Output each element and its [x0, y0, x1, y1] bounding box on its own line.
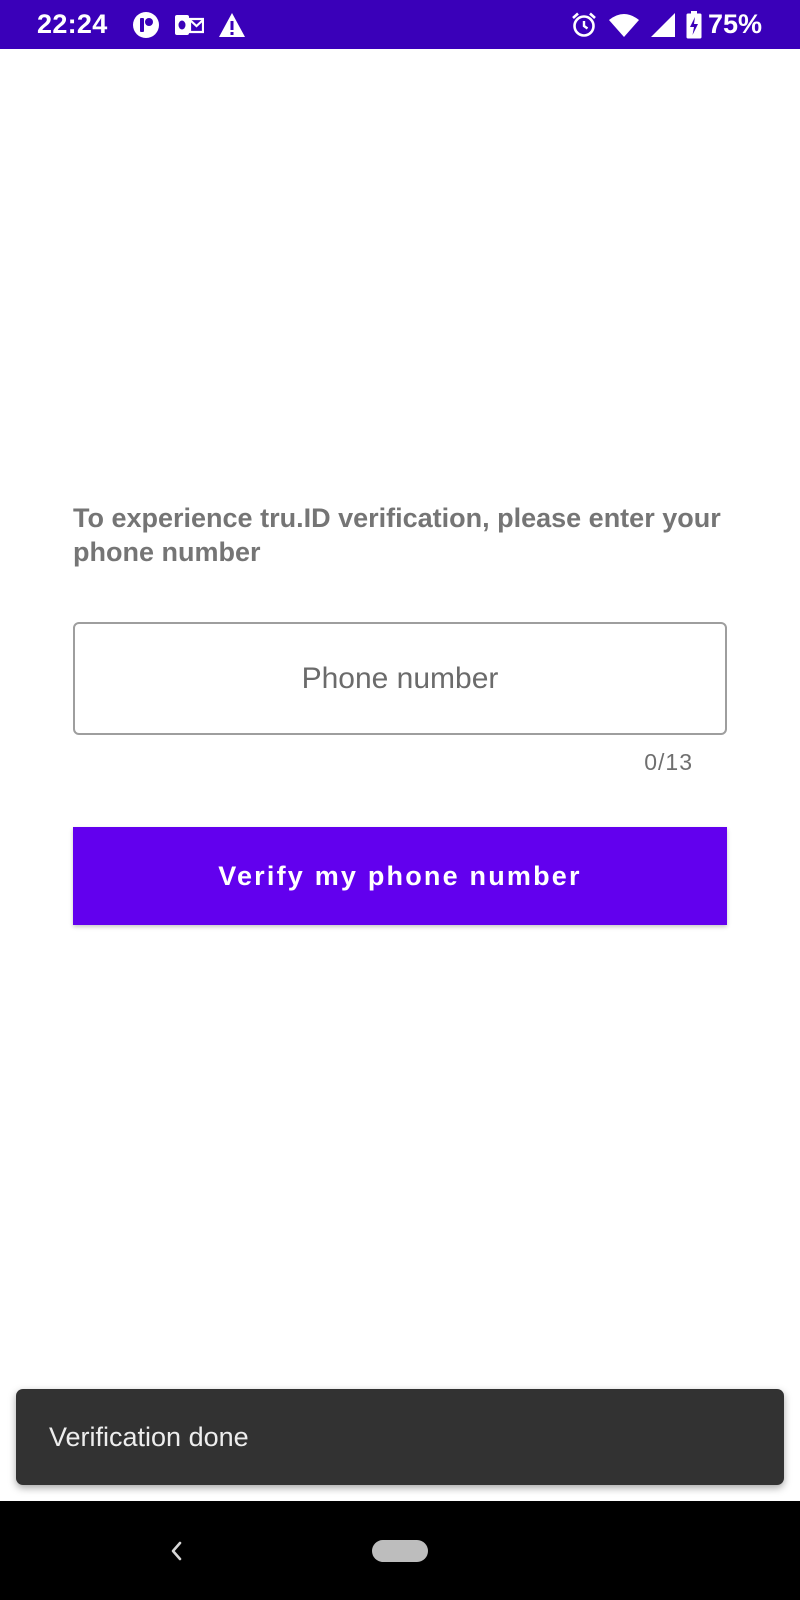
warning-icon [218, 12, 246, 38]
status-left: 22:24 [37, 9, 260, 40]
back-button[interactable] [160, 1531, 192, 1571]
character-counter: 0/13 [644, 749, 693, 775]
prompt-text: To experience tru.ID verification, pleas… [73, 503, 721, 567]
alarm-icon [570, 11, 598, 39]
signal-icon [650, 12, 676, 38]
main-content: To experience tru.ID verification, pleas… [0, 49, 800, 1501]
status-time: 22:24 [37, 9, 108, 39]
battery-percent: 75% [707, 9, 762, 39]
back-icon [171, 1541, 182, 1561]
status-bar: 22:24 75% [0, 0, 800, 49]
home-pill-button[interactable] [372, 1540, 428, 1562]
phone-number-field[interactable] [73, 622, 727, 735]
status-right: 75% [560, 9, 762, 40]
wifi-icon [608, 12, 640, 38]
snackbar: Verification done [16, 1389, 784, 1485]
verify-phone-button[interactable]: Verify my phone number [73, 827, 727, 925]
outlook-icon [174, 12, 204, 38]
phone-number-input[interactable] [75, 624, 725, 733]
navigation-bar [0, 1501, 800, 1600]
snackbar-message: Verification done [49, 1421, 249, 1452]
battery-charging-icon [686, 10, 702, 39]
app-circle-icon [132, 11, 160, 39]
